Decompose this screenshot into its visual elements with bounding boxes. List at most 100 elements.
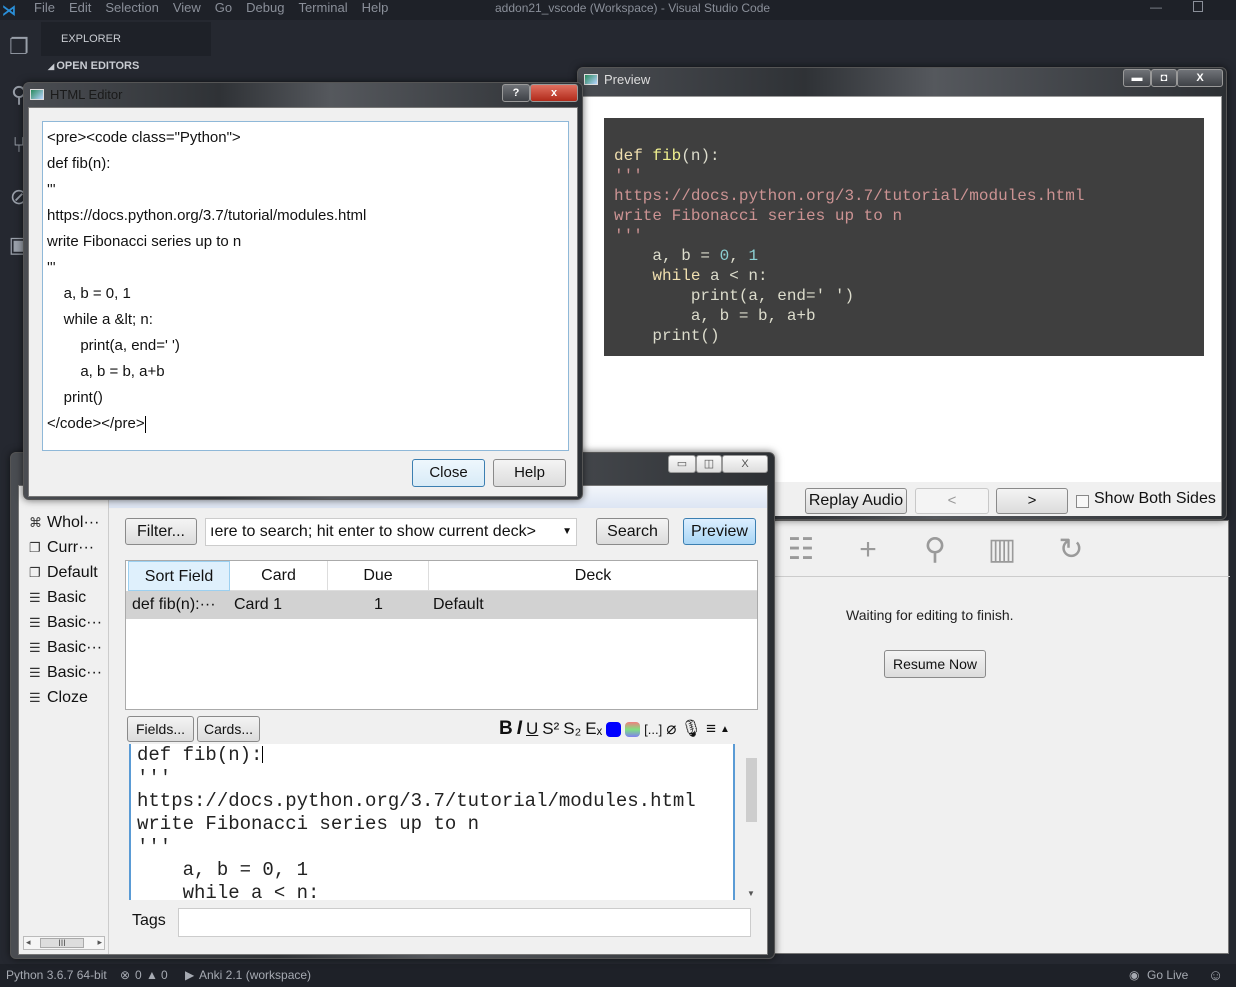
search-input[interactable]: ıere to search; hit enter to show curren… xyxy=(205,518,577,546)
note-type-icon: ☰ xyxy=(29,615,41,630)
field-line: def fib(n): xyxy=(137,744,263,766)
sidebar-item-basic-3[interactable]: ☰ Basic··· xyxy=(29,635,109,660)
python-interpreter[interactable]: Python 3.6.7 64-bit xyxy=(6,964,107,987)
code-line: https://docs.python.org/3.7/tutorial/mod… xyxy=(614,187,1085,205)
close-cap-button[interactable]: x xyxy=(530,84,578,102)
menu-terminal[interactable]: Terminal xyxy=(298,0,347,20)
clear-formatting-button[interactable]: Eₓ xyxy=(585,719,602,739)
code-line: ''' xyxy=(614,167,643,185)
maximize-button[interactable]: ◘ xyxy=(1151,69,1177,87)
help-button[interactable]: Help xyxy=(493,459,566,487)
preview-button[interactable]: Preview xyxy=(683,518,756,545)
menu-edit[interactable]: Edit xyxy=(69,0,91,20)
fields-button[interactable]: Fields... xyxy=(127,716,194,742)
text-color-button[interactable] xyxy=(606,721,622,737)
html-line: ''' xyxy=(47,181,56,198)
add-icon[interactable]: + xyxy=(851,533,885,567)
record-audio-icon[interactable]: 🎙 xyxy=(680,719,702,739)
close-button[interactable]: X xyxy=(722,455,768,473)
go-live-button[interactable]: Go Live xyxy=(1147,964,1188,987)
underline-button[interactable]: U xyxy=(526,719,538,739)
replay-audio-button[interactable]: Replay Audio xyxy=(805,488,907,514)
close-button[interactable]: X xyxy=(1177,69,1223,87)
warning-icon[interactable]: ▲ xyxy=(146,964,158,987)
sidebar-item-default[interactable]: ❐ Default xyxy=(29,560,109,585)
browser-sidebar: ⌘ Whol··· ❐ Curr··· ❐ Default ☰ Basic ☰ Basic… xyxy=(19,486,109,954)
sidebar-item-basic-4[interactable]: ☰ Basic··· xyxy=(29,660,109,685)
menu-go[interactable]: Go xyxy=(215,0,232,20)
menu-view[interactable]: View xyxy=(173,0,201,20)
close-button[interactable]: Close xyxy=(412,459,485,487)
bold-button[interactable]: B xyxy=(499,718,513,740)
run-configuration[interactable]: Anki 2.1 (workspace) xyxy=(199,964,311,987)
minimize-button[interactable]: ▭ xyxy=(668,455,696,473)
error-count[interactable]: 0 xyxy=(135,964,142,987)
sidebar-item-cloze[interactable]: ☰ Cloze xyxy=(29,685,109,710)
next-button[interactable]: > xyxy=(996,488,1068,514)
prev-button[interactable]: < xyxy=(915,488,989,514)
superscript-button[interactable]: S² xyxy=(542,719,559,739)
sidebar-item-current-deck[interactable]: ❐ Curr··· xyxy=(29,535,109,560)
search-button[interactable]: Search xyxy=(596,518,669,545)
decks-icon[interactable]: ☷ xyxy=(784,533,818,567)
sync-icon[interactable]: ↻ xyxy=(1054,533,1088,567)
cards-button[interactable]: Cards... xyxy=(197,716,260,742)
column-header-due[interactable]: Due xyxy=(328,561,429,591)
column-header-sort-field[interactable]: Sort Field xyxy=(128,561,230,591)
italic-button[interactable]: I xyxy=(517,718,522,740)
sidebar-item-basic-2[interactable]: ☰ Basic··· xyxy=(29,610,109,635)
open-editors-label: OPEN EDITORS xyxy=(56,60,140,72)
scroll-right-icon[interactable]: ▸ xyxy=(97,937,102,948)
resume-now-button[interactable]: Resume Now xyxy=(884,650,986,678)
browse-icon[interactable]: ⚲ xyxy=(918,533,952,567)
filter-button[interactable]: Filter... xyxy=(125,518,197,545)
show-both-sides-checkbox[interactable] xyxy=(1076,495,1089,508)
column-header-card[interactable]: Card xyxy=(230,561,328,591)
attach-icon[interactable]: ⌀ xyxy=(666,719,676,739)
feedback-smiley-icon[interactable]: ☺ xyxy=(1208,964,1223,987)
field-line: while a < n: xyxy=(137,882,320,900)
help-cap-button[interactable]: ? xyxy=(502,84,530,102)
collapse-icon[interactable]: ▲ xyxy=(720,724,730,735)
preview-title: Preview xyxy=(604,72,651,87)
scroll-thumb[interactable] xyxy=(746,758,757,822)
scroll-left-icon[interactable]: ◂ xyxy=(26,937,31,948)
html-source-textarea[interactable]: <pre><code class="Python"> def fib(n): '… xyxy=(42,121,569,451)
subscript-button[interactable]: S₂ xyxy=(563,719,581,739)
sidebar-horizontal-scrollbar[interactable]: ◂ III ▸ xyxy=(23,936,105,950)
menu-file[interactable]: File xyxy=(34,0,55,20)
browser-body: ⌘ Whol··· ❐ Curr··· ❐ Default ☰ Basic ☰ Basic… xyxy=(18,485,768,955)
deck-icon: ❐ xyxy=(29,540,41,555)
explorer-icon[interactable]: ❐ xyxy=(6,34,32,60)
scroll-thumb[interactable]: III xyxy=(40,938,84,948)
menu-debug[interactable]: Debug xyxy=(246,0,284,20)
tags-input[interactable] xyxy=(178,908,751,937)
maximize-icon[interactable] xyxy=(1193,1,1203,12)
more-options-icon[interactable]: ≡ xyxy=(706,719,716,739)
color-picker-button[interactable] xyxy=(625,721,641,737)
scroll-down-icon[interactable]: ▼ xyxy=(747,889,755,898)
code-token: (n): xyxy=(681,147,720,165)
table-row[interactable]: def fib(n):··· Card 1 1 Default xyxy=(126,591,757,619)
run-icon[interactable]: ▶ xyxy=(185,964,194,987)
html-editor-title: HTML Editor xyxy=(50,87,123,102)
menu-help[interactable]: Help xyxy=(362,0,389,20)
code-block: def fib(n): ''' https://docs.python.org/… xyxy=(604,118,1204,356)
open-editors-section[interactable]: ◢ OPEN EDITORS xyxy=(48,60,139,72)
front-field-editor[interactable]: def fib(n): ''' https://docs.python.org/… xyxy=(129,744,735,900)
maximize-button[interactable]: ◫ xyxy=(696,455,722,473)
column-header-deck[interactable]: Deck xyxy=(429,561,757,591)
sidebar-item-whole-collection[interactable]: ⌘ Whol··· xyxy=(29,510,109,535)
cloze-button[interactable]: [...] xyxy=(644,722,662,737)
warning-count[interactable]: 0 xyxy=(161,964,168,987)
stats-icon[interactable]: ▥ xyxy=(985,533,1019,567)
dropdown-arrow-icon[interactable]: ▼ xyxy=(562,519,572,545)
format-toolbar: B I U S² S₂ Eₓ [...] ⌀ 🎙 ≡ ▲ xyxy=(499,718,730,740)
minimize-button[interactable]: ▬ xyxy=(1123,69,1151,87)
error-icon[interactable]: ⊗ xyxy=(120,964,130,987)
menu-selection[interactable]: Selection xyxy=(105,0,158,20)
minimize-icon[interactable]: — xyxy=(1150,0,1162,14)
sidebar-item-basic[interactable]: ☰ Basic xyxy=(29,585,109,610)
editor-scrollbar[interactable]: ▼ xyxy=(744,744,758,900)
anki-toolbar: ☷ + ⚲ ▥ ↻ xyxy=(774,521,1230,577)
